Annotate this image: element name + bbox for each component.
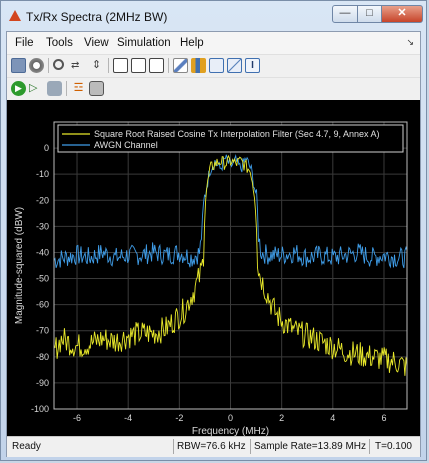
status-separator: [173, 439, 174, 454]
toolbar-separator: [108, 58, 109, 73]
maximize-button[interactable]: □: [357, 5, 382, 23]
x-tick-label: -6: [73, 413, 81, 423]
app-window: Tx/Rx Spectra (2MHz BW) — □ ✕ File Tools…: [0, 0, 427, 461]
y-tick-label: -10: [36, 169, 49, 179]
channel-measure-icon[interactable]: I: [245, 58, 260, 73]
snapshot-icon[interactable]: [89, 81, 104, 96]
menu-simulation[interactable]: Simulation: [117, 37, 171, 49]
measure-icon[interactable]: [191, 58, 206, 73]
close-button[interactable]: ✕: [381, 5, 423, 23]
toolbar-separator: [66, 81, 67, 96]
legend-label-awgn: AWGN Channel: [94, 140, 158, 150]
y-tick-label: -50: [36, 274, 49, 284]
run-icon[interactable]: ▶: [11, 81, 26, 96]
minimize-button[interactable]: —: [332, 5, 358, 23]
y-tick-label: -70: [36, 326, 49, 336]
autoscale-y-icon[interactable]: [149, 58, 164, 73]
zoom-y-icon[interactable]: ⇕: [89, 58, 104, 73]
y-tick-labels: 0 -10 -20 -30 -40 -50 -60 -70 -80 -90 -100: [31, 143, 49, 414]
y-tick-label: -100: [31, 404, 49, 414]
y-tick-label: -30: [36, 221, 49, 231]
menu-help[interactable]: Help: [180, 37, 204, 49]
y-axis-label: Magnitude-squared (dBW): [14, 207, 25, 324]
y-tick-label: -40: [36, 247, 49, 257]
spectrum-plot-area[interactable]: 0 -10 -20 -30 -40 -50 -60 -70 -80 -90 -100 -6 -4 -2 0…: [7, 100, 420, 437]
settings-icon[interactable]: [29, 58, 44, 73]
y-tick-label: -90: [36, 378, 49, 388]
autoscale-icon[interactable]: [113, 58, 128, 73]
toolbar-main: ⇄ ⇕ I: [7, 54, 420, 77]
print-icon[interactable]: [11, 58, 26, 73]
title-bar[interactable]: Tx/Rx Spectra (2MHz BW) — □ ✕: [1, 1, 426, 31]
zoom-in-icon[interactable]: [53, 59, 64, 70]
x-tick-label: 4: [330, 413, 335, 423]
status-bar: Ready RBW=76.6 kHz Sample Rate=13.89 MHz…: [7, 436, 420, 457]
menu-view[interactable]: View: [84, 37, 109, 49]
x-tick-label: 6: [381, 413, 386, 423]
y-tick-label: -60: [36, 300, 49, 310]
spectrum-chart[interactable]: 0-10-20-30-40-50-60-70-80-90-100 -6 -4 -2 0…: [7, 100, 420, 437]
status-separator: [250, 439, 251, 454]
menu-file[interactable]: File: [15, 37, 34, 49]
x-tick-label: -2: [175, 413, 183, 423]
y-tick-label: 0: [44, 143, 49, 153]
y-tick-label: -20: [36, 195, 49, 205]
status-time: T=0.100: [375, 441, 412, 452]
toolbar-simulation: ▶ ▷ ☲: [7, 77, 420, 100]
cursor-measure-icon[interactable]: [227, 58, 242, 73]
spectrum-settings-icon[interactable]: [209, 58, 224, 73]
x-tick-label: -4: [124, 413, 132, 423]
chart-legend[interactable]: Square Root Raised Cosine Tx Interpolati…: [57, 124, 404, 153]
status-sample-rate: Sample Rate=13.89 MHz: [254, 441, 367, 452]
matlab-icon: [9, 10, 21, 21]
x-tick-label: 0: [228, 413, 233, 423]
x-tick-labels: -6 -4 -2 0 2 4 6: [73, 413, 386, 423]
step-forward-icon[interactable]: ▷: [29, 81, 44, 96]
menu-tools[interactable]: Tools: [46, 37, 73, 49]
window-title: Tx/Rx Spectra (2MHz BW): [26, 10, 168, 24]
status-separator: [369, 439, 370, 454]
toolbar-separator: [48, 58, 49, 73]
autoscale-x-icon[interactable]: [131, 58, 146, 73]
status-rbw: RBW=76.6 kHz: [177, 441, 246, 452]
edit-icon[interactable]: [173, 58, 188, 73]
stop-icon[interactable]: [47, 81, 62, 96]
zoom-x-icon[interactable]: ⇄: [71, 58, 86, 73]
x-axis-label: Frequency (MHz): [192, 426, 269, 436]
status-ready: Ready: [12, 441, 41, 452]
highlight-icon[interactable]: ☲: [71, 81, 86, 96]
y-tick-label: -80: [36, 352, 49, 362]
toolbar-separator: [168, 58, 169, 73]
x-tick-label: 2: [279, 413, 284, 423]
legend-label-tx: Square Root Raised Cosine Tx Interpolati…: [94, 129, 380, 139]
scope-client-area: File Tools View Simulation Help ↘ ⇄ ⇕ I: [6, 31, 421, 457]
menu-overflow-icon[interactable]: ↘: [406, 37, 414, 48]
menu-bar: File Tools View Simulation Help ↘: [7, 32, 420, 54]
